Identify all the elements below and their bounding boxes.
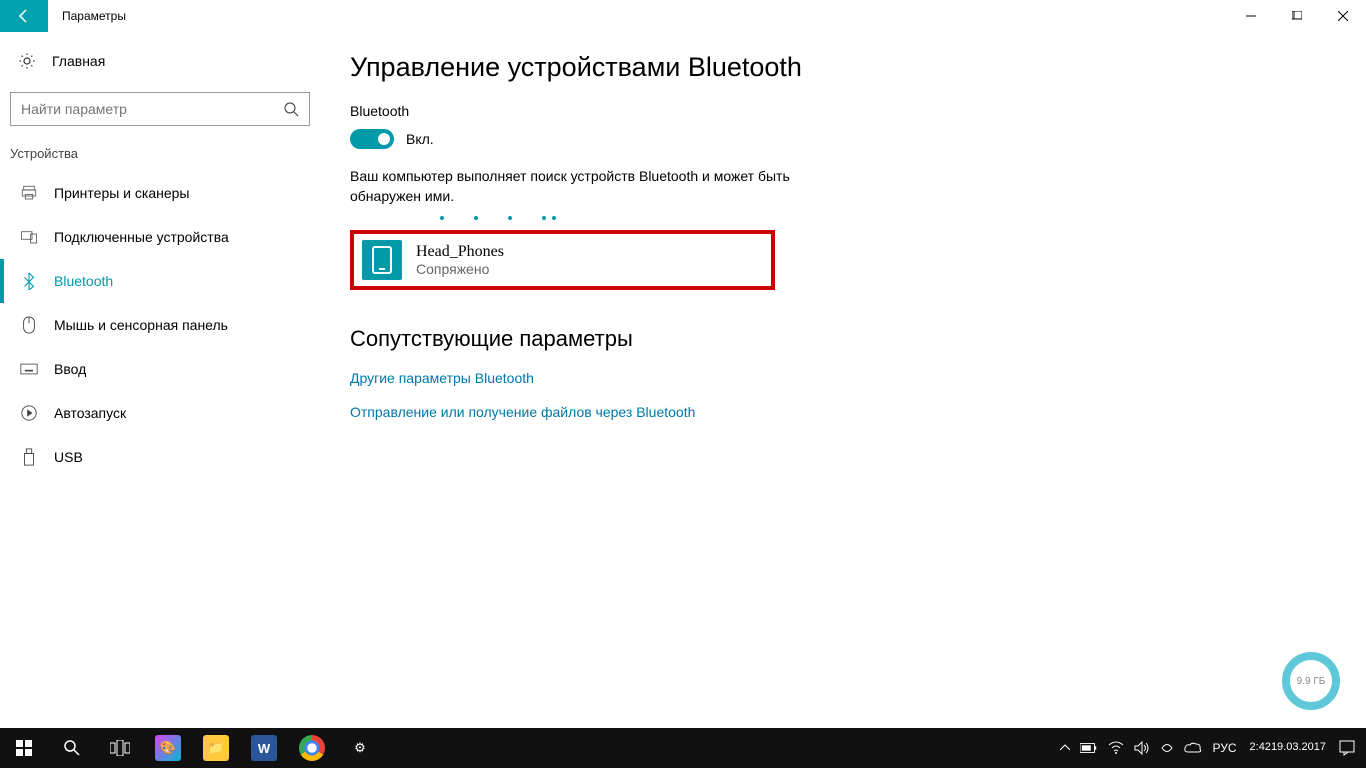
task-view-icon[interactable] [96,728,144,768]
link-more-bt[interactable]: Другие параметры Bluetooth [350,370,1346,386]
bluetooth-toggle[interactable]: Вкл. [350,129,1346,149]
action-center-icon[interactable] [1334,728,1360,768]
nav-mouse[interactable]: Мышь и сенсорная панель [0,303,320,347]
explorer-app[interactable]: 📁 [192,728,240,768]
search-status-text: Ваш компьютер выполняет поиск устройств … [350,167,800,206]
autoplay-icon [18,404,40,422]
nav-label: Подключенные устройства [54,229,229,245]
clock-date: 19.03.2017 [1271,741,1326,754]
volume-icon[interactable] [1129,728,1155,768]
home-label: Главная [52,53,105,69]
maximize-button[interactable] [1274,0,1320,32]
sidebar: Главная Устройства Принтеры и сканеры По… [0,32,320,728]
nav-typing[interactable]: Ввод [0,347,320,391]
main-content: Управление устройствами Bluetooth Blueto… [320,32,1366,728]
nav-autoplay[interactable]: Автозапуск [0,391,320,435]
badge-text: 9.9 ГБ [1297,676,1326,687]
search-icon [283,101,299,117]
device-icon [362,240,402,280]
home-link[interactable]: Главная [0,44,320,78]
mouse-icon [18,316,40,334]
keyboard-icon [18,362,40,376]
start-button[interactable] [0,728,48,768]
tray-chevron-icon[interactable] [1055,728,1075,768]
wifi-icon[interactable] [1103,728,1129,768]
usb-icon [18,448,40,466]
progress-dots [350,210,1346,220]
device-highlight-box: Head_Phones Сопряжено [350,230,775,290]
printer-icon [18,184,40,202]
tray-app-icon[interactable] [1155,728,1179,768]
search-input[interactable] [21,101,283,117]
nav-printers[interactable]: Принтеры и сканеры [0,171,320,215]
page-heading: Управление устройствами Bluetooth [350,52,1346,83]
clock-time: 2:42 [1250,741,1271,754]
nav-label: Bluetooth [54,273,113,289]
bluetooth-label: Bluetooth [350,103,1346,119]
related-heading: Сопутствующие параметры [350,326,1346,352]
toggle-state-label: Вкл. [406,131,434,147]
close-button[interactable] [1320,0,1366,32]
chrome-app[interactable] [288,728,336,768]
nav-usb[interactable]: USB [0,435,320,479]
settings-app[interactable]: ⚙ [336,728,384,768]
window-controls [1228,0,1366,32]
nav-label: Ввод [54,361,86,377]
search-taskbar-icon[interactable] [48,728,96,768]
nav-label: Принтеры и сканеры [54,185,189,201]
battery-icon[interactable] [1075,728,1103,768]
bluetooth-icon [18,272,40,290]
nav-connected-devices[interactable]: Подключенные устройства [0,215,320,259]
paint-app[interactable]: 🎨 [144,728,192,768]
language-indicator[interactable]: РУС [1207,728,1241,768]
toggle-switch[interactable] [350,129,394,149]
nav-label: Мышь и сенсорная панель [54,317,228,333]
search-box[interactable] [10,92,310,126]
data-usage-badge[interactable]: 9.9 ГБ [1282,652,1340,710]
nav-bluetooth[interactable]: Bluetooth [0,259,320,303]
link-send-receive[interactable]: Отправление или получение файлов через B… [350,404,1346,420]
taskbar: 🎨 📁 W ⚙ РУС 2:42 19.03.2017 [0,728,1366,768]
onedrive-icon[interactable] [1179,728,1207,768]
nav-label: Автозапуск [54,405,126,421]
device-status: Сопряжено [416,261,504,277]
active-indicator [0,259,4,303]
gear-icon [18,52,36,70]
back-button[interactable] [0,0,48,32]
window-title: Параметры [62,9,126,23]
titlebar: Параметры [0,0,1366,32]
word-app[interactable]: W [240,728,288,768]
devices-icon [18,228,40,246]
nav-label: USB [54,449,83,465]
bluetooth-device[interactable]: Head_Phones Сопряжено [362,240,763,280]
section-label: Устройства [0,142,320,171]
minimize-button[interactable] [1228,0,1274,32]
device-name: Head_Phones [416,243,504,261]
clock[interactable]: 2:42 19.03.2017 [1242,728,1334,768]
